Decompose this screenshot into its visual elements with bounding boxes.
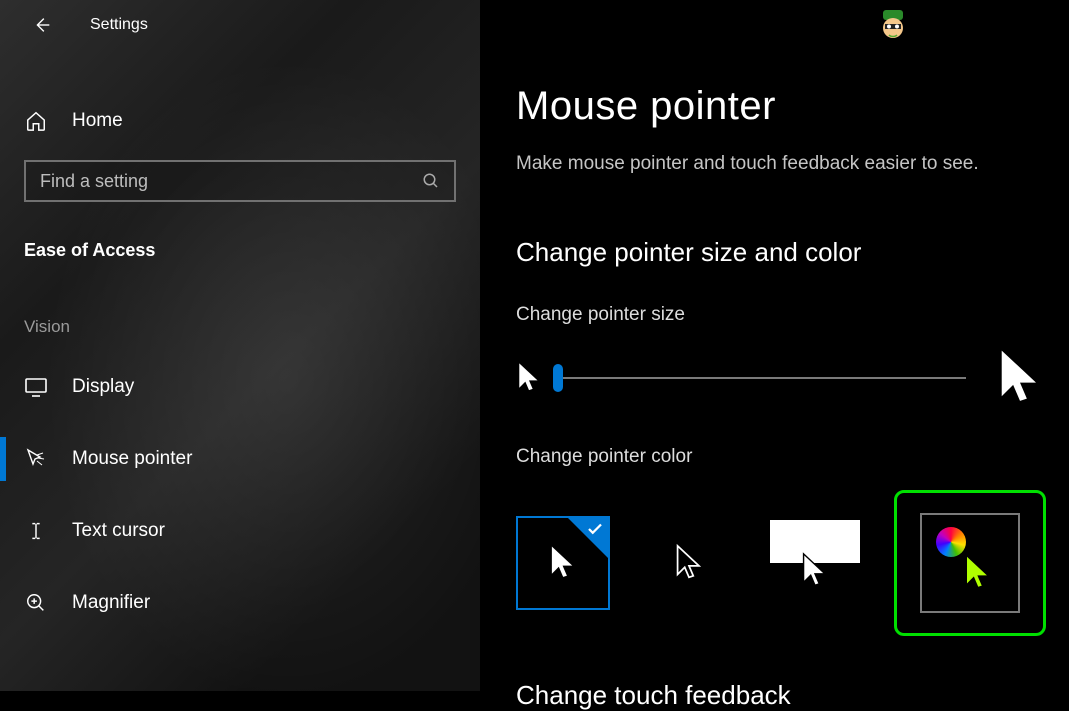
pointer-large-icon [996, 346, 1044, 410]
search-input[interactable] [40, 171, 422, 192]
titlebar: Settings [0, 0, 480, 50]
back-button[interactable] [30, 13, 54, 37]
sidebar-item-mouse-pointer[interactable]: Mouse pointer [0, 423, 480, 495]
page-description: Make mouse pointer and touch feedback ea… [516, 153, 1069, 175]
pointer-color-inverted[interactable] [768, 516, 862, 610]
sidebar-item-label: Magnifier [72, 592, 150, 614]
sidebar-item-label: Display [72, 376, 134, 398]
pointer-color-white[interactable] [516, 516, 610, 610]
pointer-color-options [516, 490, 1069, 636]
search-row [0, 150, 480, 202]
nav-list: Display Mouse pointer Text cursor Magnif… [0, 351, 480, 639]
main-panel: Mouse pointer Make mouse pointer and tou… [480, 0, 1069, 691]
slider-thumb[interactable] [553, 364, 563, 392]
back-icon [31, 14, 53, 36]
heading-size-color: Change pointer size and color [516, 237, 1069, 268]
pointer-size-slider[interactable] [558, 377, 966, 379]
pointer-color-custom[interactable] [894, 490, 1046, 636]
pointer-small-icon [516, 361, 542, 395]
section-label: Ease of Access [0, 202, 480, 261]
home-icon [24, 109, 48, 133]
color-wheel-icon [936, 527, 966, 557]
heading-pointer-color: Change pointer color [516, 446, 1069, 468]
page-title: Mouse pointer [516, 84, 1069, 129]
home-label: Home [72, 110, 123, 132]
pointer-size-slider-row [516, 346, 1069, 410]
subsection-label: Vision [0, 261, 480, 351]
mouse-pointer-icon [24, 447, 48, 471]
text-cursor-icon [24, 519, 48, 543]
sidebar-item-label: Mouse pointer [72, 448, 192, 470]
display-icon [24, 375, 48, 399]
sidebar-item-display[interactable]: Display [0, 351, 480, 423]
heading-touch-feedback: Change touch feedback [516, 680, 1069, 711]
sidebar: Settings Home Ease of Access Vision Disp… [0, 0, 480, 691]
sidebar-item-text-cursor[interactable]: Text cursor [0, 495, 480, 567]
search-icon [422, 172, 440, 190]
selected-check-icon [568, 518, 608, 558]
app-title: Settings [90, 16, 148, 34]
heading-pointer-size: Change pointer size [516, 304, 1069, 326]
pointer-color-black[interactable] [642, 516, 736, 610]
avatar [875, 8, 911, 44]
sidebar-item-label: Text cursor [72, 520, 165, 542]
magnifier-icon [24, 591, 48, 615]
home-nav[interactable]: Home [0, 92, 480, 150]
sidebar-item-magnifier[interactable]: Magnifier [0, 567, 480, 639]
search-box[interactable] [24, 160, 456, 202]
